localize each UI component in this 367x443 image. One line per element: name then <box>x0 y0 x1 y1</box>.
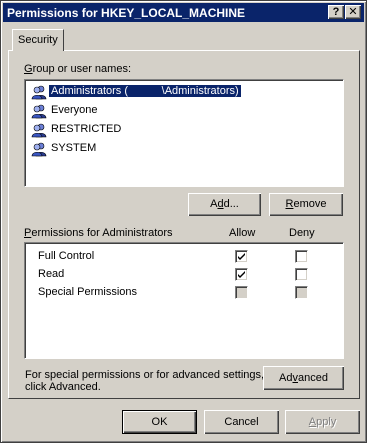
add-button[interactable]: Add... <box>188 193 261 216</box>
permissions-label: Permissions for Administrators <box>24 227 173 239</box>
list-item-label: Administrators ( \Administrators) <box>49 85 241 97</box>
advanced-info-line2: click Advanced. <box>25 381 101 393</box>
window-title: Permissions for HKEY_LOCAL_MACHINE <box>7 6 246 20</box>
deny-checkbox[interactable] <box>295 268 308 281</box>
close-button[interactable]: ✕ <box>345 5 361 19</box>
allow-column-header: Allow <box>229 227 256 239</box>
advanced-button[interactable]: Advanced <box>263 366 344 390</box>
users-group-icon <box>31 141 47 157</box>
title-bar: Permissions for HKEY_LOCAL_MACHINE ? ✕ <box>3 3 364 22</box>
users-group-icon <box>31 122 47 138</box>
deny-column-header: Deny <box>289 227 315 239</box>
permissions-list: Full Control Read Special Permissions <box>24 242 344 359</box>
apply-button[interactable]: Apply <box>285 410 360 434</box>
advanced-info-line1: For special permissions or for advanced … <box>25 369 265 381</box>
permission-row: Full Control <box>25 248 343 266</box>
remove-button[interactable]: Remove <box>269 193 343 216</box>
users-group-icon <box>31 84 47 100</box>
permission-row: Read <box>25 266 343 284</box>
group-user-list[interactable]: Administrators ( \Administrators) Everyon… <box>24 79 344 187</box>
allow-checkbox[interactable] <box>235 286 248 299</box>
list-item-label: SYSTEM <box>51 142 97 154</box>
permission-row: Special Permissions <box>25 284 343 302</box>
group-list-label: Group or user names: <box>24 63 131 75</box>
permission-name: Full Control <box>38 250 95 262</box>
allow-checkbox[interactable] <box>235 250 248 263</box>
cancel-button[interactable]: Cancel <box>204 410 279 434</box>
permission-name: Special Permissions <box>38 286 138 298</box>
tab-security[interactable]: Security <box>12 29 64 51</box>
users-group-icon <box>31 103 47 119</box>
list-item-label: Everyone <box>51 104 98 116</box>
deny-checkbox[interactable] <box>295 250 308 263</box>
permission-name: Read <box>38 268 65 280</box>
list-item-label: RESTRICTED <box>51 123 122 135</box>
close-icon: ✕ <box>348 6 358 18</box>
allow-checkbox[interactable] <box>235 268 248 281</box>
ok-button[interactable]: OK <box>122 410 197 434</box>
permissions-dialog: Permissions for HKEY_LOCAL_MACHINE ? ✕ S… <box>0 0 367 443</box>
help-button[interactable]: ? <box>328 5 344 19</box>
deny-checkbox[interactable] <box>295 286 308 299</box>
